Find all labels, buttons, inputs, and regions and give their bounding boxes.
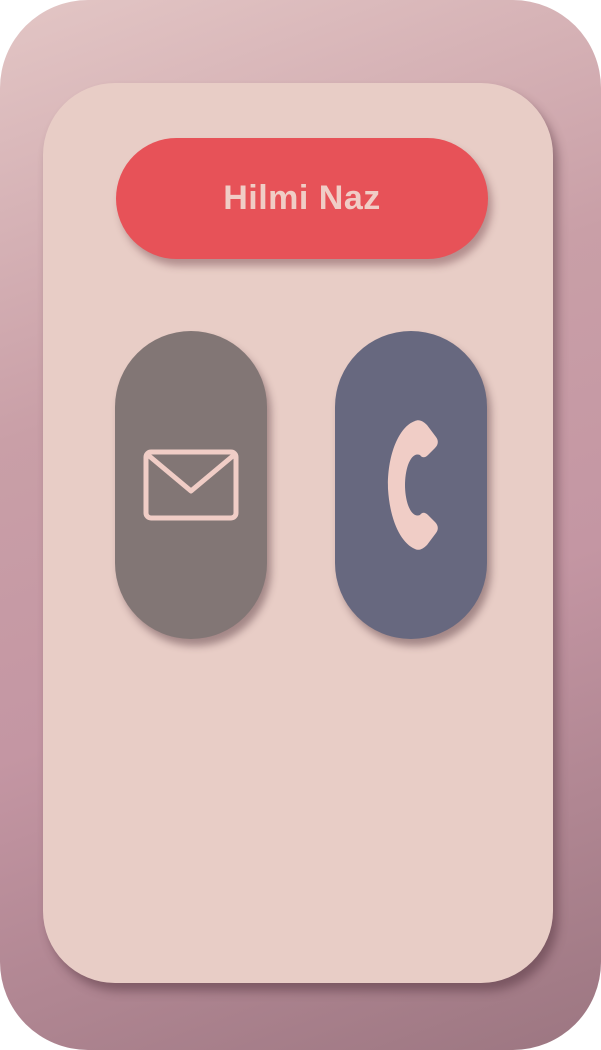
message-button[interactable]: [115, 331, 267, 639]
mail-icon: [143, 449, 239, 521]
device-frame: Hilmi Naz: [0, 0, 601, 1050]
contact-name: Hilmi Naz: [223, 179, 381, 217]
call-button[interactable]: [335, 331, 487, 639]
contact-name-button[interactable]: Hilmi Naz: [116, 138, 488, 259]
phone-icon: [381, 419, 441, 551]
contact-card: Hilmi Naz: [43, 83, 553, 983]
